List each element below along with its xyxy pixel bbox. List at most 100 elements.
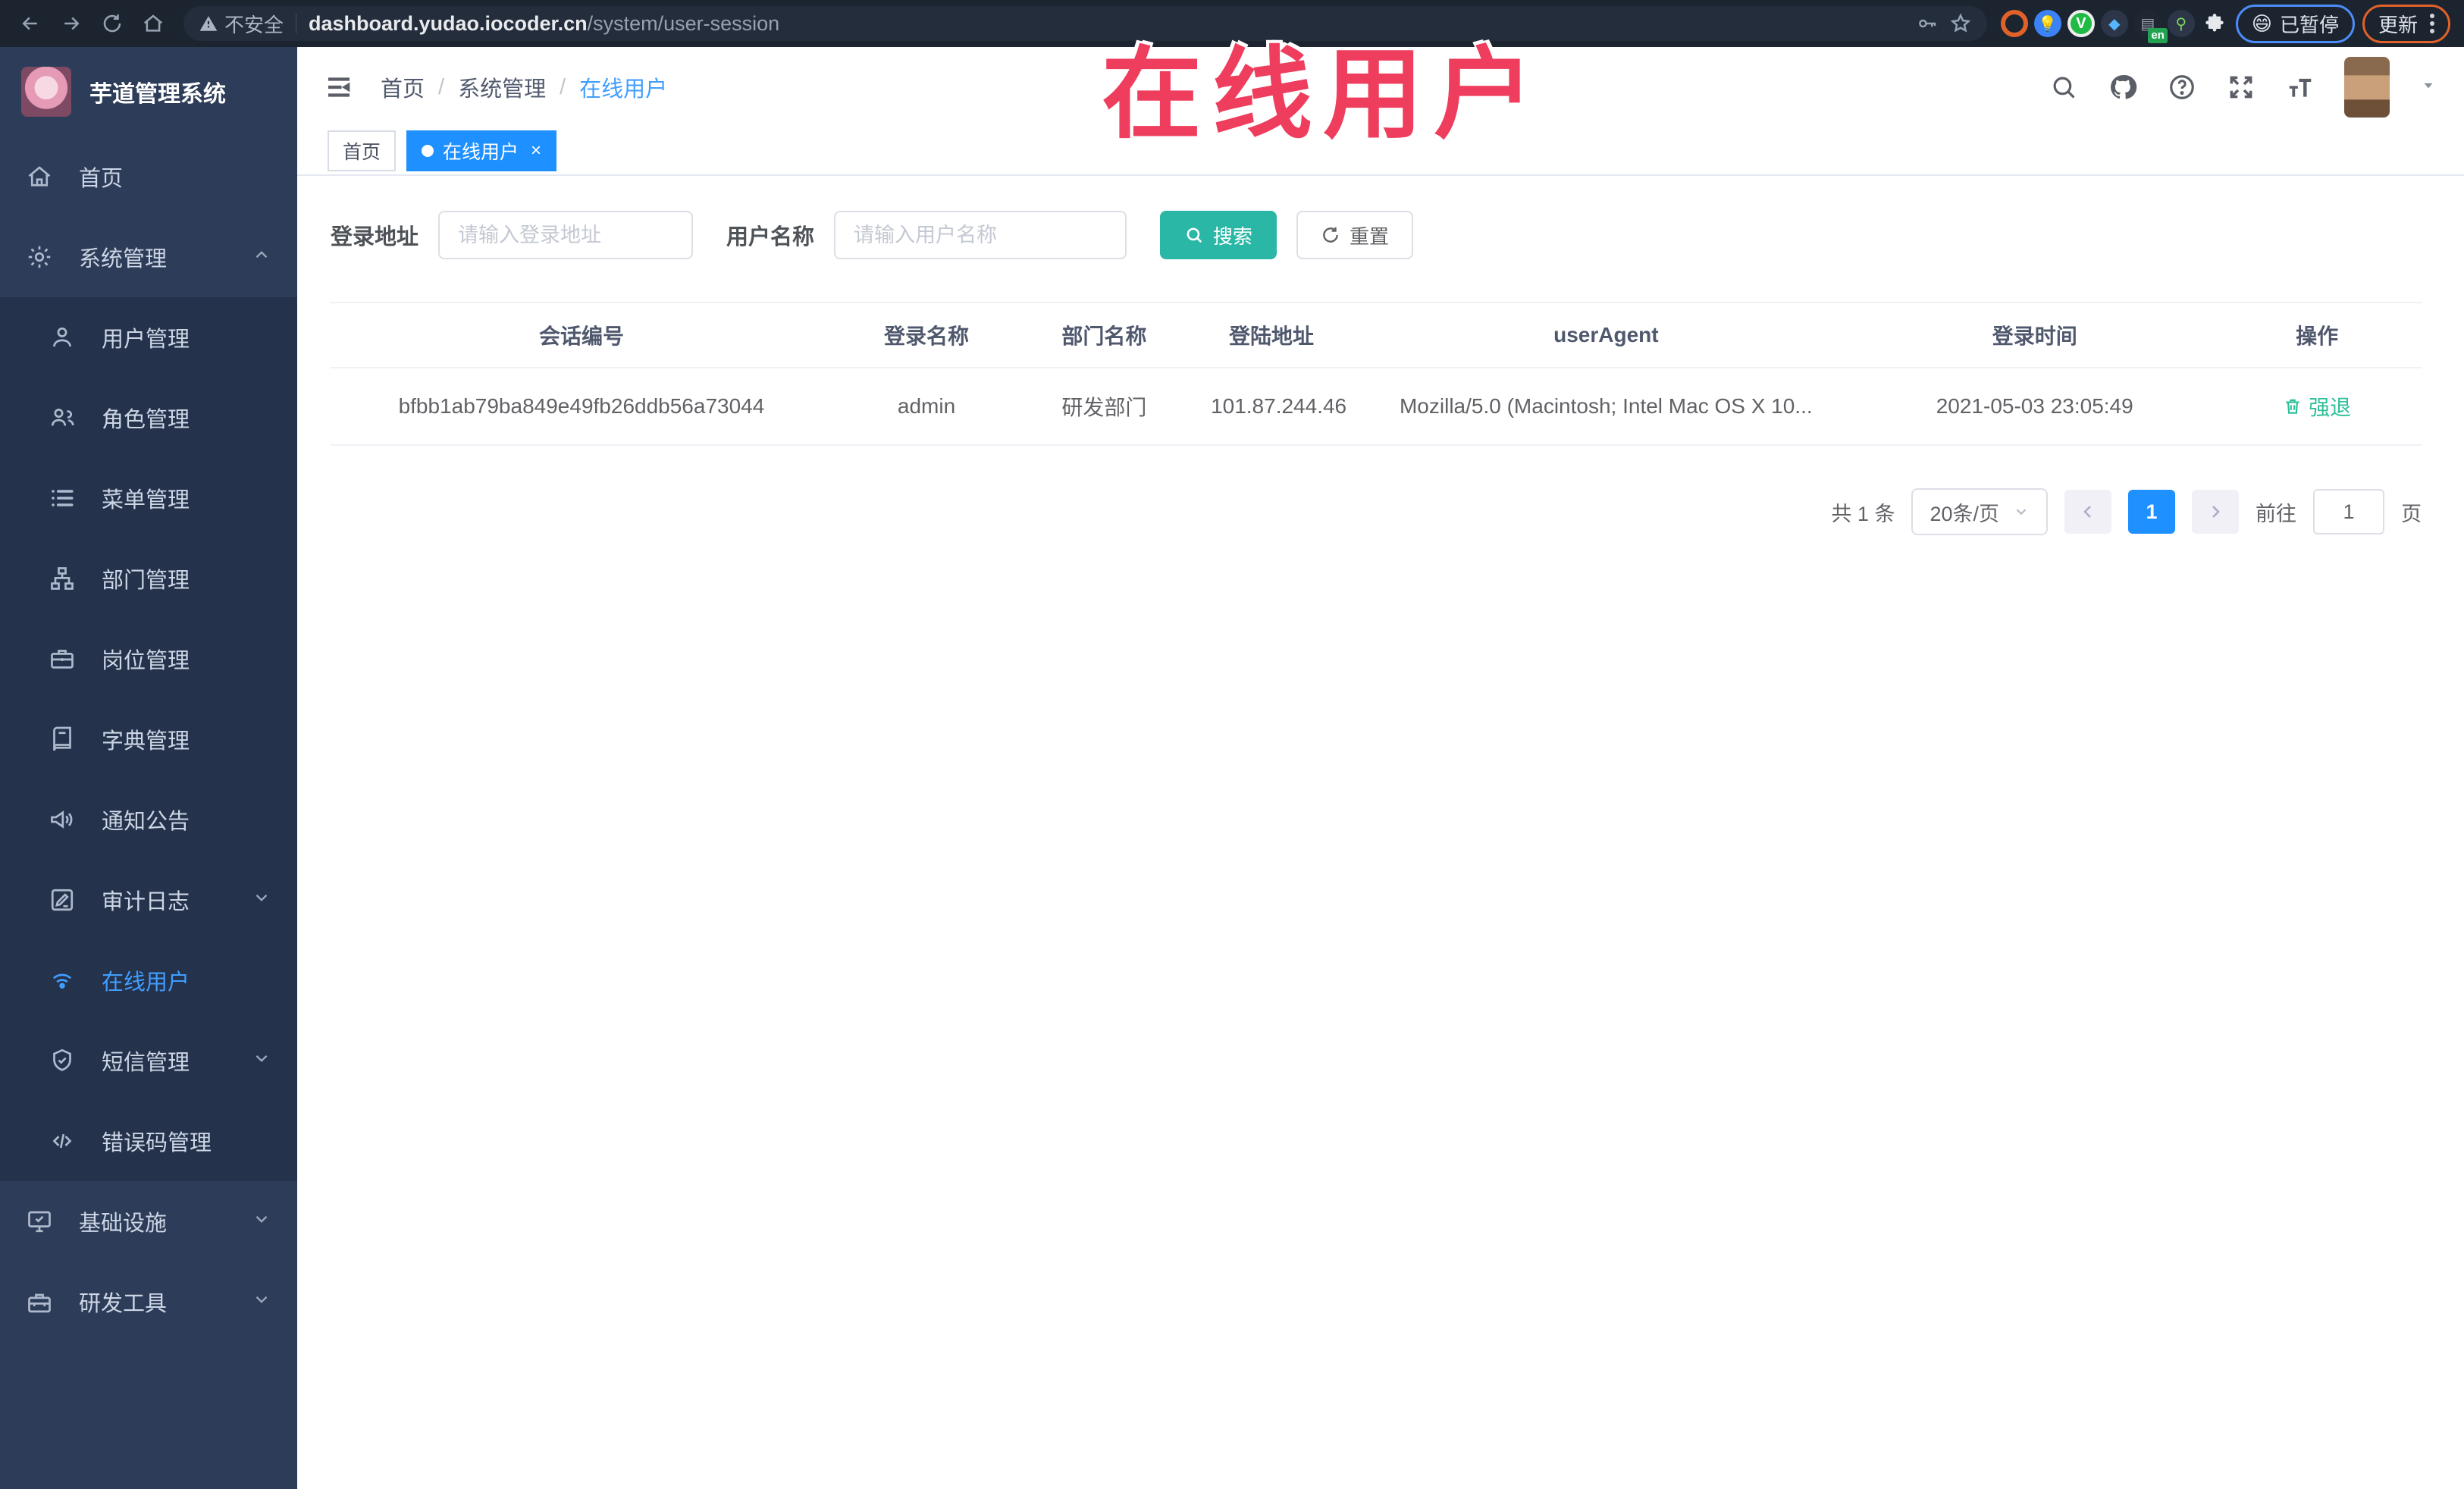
gear-icon: [26, 243, 53, 271]
search-icon: [1187, 227, 1202, 243]
sidebar-logo[interactable]: 芋道管理系统: [0, 47, 297, 136]
sidebar-item-label: 基础设施: [79, 1212, 168, 1236]
app-title: 芋道管理系统: [89, 82, 226, 107]
tab-home[interactable]: 首页: [328, 130, 397, 171]
extension-lightbulb-icon[interactable]: 💡: [2033, 10, 2061, 37]
github-icon[interactable]: [2108, 72, 2138, 102]
active-tab-dot: [422, 145, 434, 157]
cell-login-time: 2021-05-03 23:05:49: [1857, 368, 2213, 446]
browser-menu-dots-icon[interactable]: [2430, 14, 2434, 33]
translator-extension-icon[interactable]: ▤ en: [2133, 10, 2168, 43]
page-number-1[interactable]: 1: [2128, 490, 2175, 534]
column-header: 登陆地址: [1187, 302, 1356, 368]
tab-online-users[interactable]: 在线用户 ×: [406, 130, 557, 171]
sidebar-item-post-mgmt[interactable]: 岗位管理: [0, 619, 297, 699]
collapse-sidebar-icon[interactable]: [323, 71, 355, 103]
chevron-down-icon: [252, 888, 271, 913]
extensions-puzzle-icon[interactable]: [2201, 10, 2228, 37]
sidebar-item-notice[interactable]: 通知公告: [0, 779, 297, 860]
warning-icon: [199, 16, 218, 31]
extensions-row: 💡 V ◆ ▤ en ⚲: [2000, 10, 2228, 43]
extension-orange-icon[interactable]: [2000, 10, 2028, 37]
sidebar-item-error-code[interactable]: 错误码管理: [0, 1101, 297, 1181]
browser-forward-icon[interactable]: [55, 7, 88, 40]
browser-back-icon[interactable]: [14, 7, 47, 40]
sidebar-item-infra[interactable]: 基础设施: [0, 1181, 297, 1262]
sidebar-item-label: 用户管理: [102, 328, 190, 352]
not-secure-warning[interactable]: 不安全: [199, 10, 284, 38]
page-size-select[interactable]: 20条/页: [1911, 488, 2048, 535]
sidebar-item-dev-tools[interactable]: 研发工具: [0, 1262, 297, 1342]
login-address-label: 登录地址: [331, 225, 419, 249]
browser-update-chip[interactable]: 更新: [2362, 4, 2450, 43]
column-header: 登录名称: [832, 302, 1021, 368]
bookmark-star-icon[interactable]: [1946, 9, 1975, 38]
vue-devtools-icon[interactable]: V: [2067, 10, 2095, 37]
sidebar-item-dept-mgmt[interactable]: 部门管理: [0, 538, 297, 619]
sidebar-item-dict-mgmt[interactable]: 字典管理: [0, 699, 297, 779]
chevron-up-icon: [252, 245, 271, 270]
chevron-left-icon: [2083, 506, 2091, 518]
browser-reload-icon[interactable]: [96, 7, 129, 40]
sidebar-item-audit-log[interactable]: 审计日志: [0, 860, 297, 940]
username-input[interactable]: [834, 211, 1127, 259]
search-icon[interactable]: [2049, 72, 2079, 102]
sidebar-item-role-mgmt[interactable]: 角色管理: [0, 378, 297, 458]
cell-login-name: admin: [832, 368, 1021, 446]
column-header: 部门名称: [1020, 302, 1188, 368]
search-button[interactable]: 搜索: [1160, 211, 1277, 259]
login-address-input[interactable]: [438, 211, 694, 259]
cell-login-address: 101.87.244.46: [1187, 368, 1356, 446]
fullscreen-icon[interactable]: [2226, 72, 2256, 102]
browser-address-bar[interactable]: 不安全 dashboard.yudao.iocoder.cn/system/us…: [183, 6, 1987, 41]
profile-sync-paused-chip[interactable]: 😄 已暂停: [2235, 4, 2355, 43]
sidebar-item-home[interactable]: 首页: [0, 136, 297, 217]
reset-button[interactable]: 重置: [1296, 211, 1414, 259]
font-size-icon[interactable]: [2285, 72, 2315, 102]
goto-page-input[interactable]: [2313, 489, 2384, 534]
update-label: 更新: [2378, 13, 2418, 36]
avatar-caret-down-icon[interactable]: [2419, 75, 2438, 100]
chevron-down-icon: [2016, 509, 2027, 516]
breadcrumb-separator: /: [560, 74, 566, 99]
sidebar-item-menu-mgmt[interactable]: 菜单管理: [0, 458, 297, 538]
sidebar-item-online-user[interactable]: 在线用户: [0, 940, 297, 1020]
edit-square-icon: [49, 886, 76, 914]
pagination: 共 1 条 20条/页 1 前往 页: [331, 488, 2422, 535]
trash-icon: [2286, 399, 2299, 414]
prev-page-button[interactable]: [2064, 490, 2111, 534]
toolbox-icon: [26, 1288, 53, 1315]
browser-toolbar: 不安全 dashboard.yudao.iocoder.cn/system/us…: [0, 0, 2464, 47]
breadcrumb-home[interactable]: 首页: [381, 71, 425, 103]
sidebar-item-label: 岗位管理: [102, 649, 190, 673]
sidebar-item-user-mgmt[interactable]: 用户管理: [0, 297, 297, 378]
browser-home-icon[interactable]: [136, 7, 170, 40]
force-logout-button[interactable]: 强退: [2283, 391, 2351, 422]
page-url[interactable]: dashboard.yudao.iocoder.cn/system/user-s…: [309, 12, 779, 36]
sidebar-item-system-mgmt[interactable]: 系统管理: [0, 217, 297, 297]
breadcrumb-system[interactable]: 系统管理: [458, 71, 546, 103]
user-avatar[interactable]: [2344, 57, 2390, 118]
sidebar-item-label: 角色管理: [102, 408, 190, 432]
briefcase-icon: [49, 645, 76, 672]
password-key-icon[interactable]: [1913, 9, 1942, 38]
book-icon: [49, 726, 76, 753]
sidebar-item-label: 菜单管理: [102, 488, 190, 513]
next-page-button[interactable]: [2192, 490, 2239, 534]
tab-close-icon[interactable]: ×: [531, 140, 541, 161]
monitor-icon: [26, 1208, 53, 1235]
not-secure-label: 不安全: [224, 13, 284, 36]
column-header: 登录时间: [1857, 302, 2213, 368]
sidebar-item-label: 审计日志: [102, 890, 190, 914]
breadcrumb-separator: /: [438, 74, 445, 99]
help-icon[interactable]: [2167, 72, 2197, 102]
breadcrumb: 首页 / 系统管理 / 在线用户: [381, 71, 667, 103]
code-icon: [49, 1127, 76, 1155]
roles-icon: [49, 404, 76, 431]
extension-leaf-icon[interactable]: ⚲: [2167, 10, 2195, 37]
online-icon: [49, 967, 76, 994]
extension-diamond-icon[interactable]: ◆: [2100, 10, 2128, 37]
sidebar-item-label: 字典管理: [102, 729, 190, 754]
breadcrumb-current: 在线用户: [579, 77, 668, 102]
sidebar-item-sms-mgmt[interactable]: 短信管理: [0, 1020, 297, 1101]
